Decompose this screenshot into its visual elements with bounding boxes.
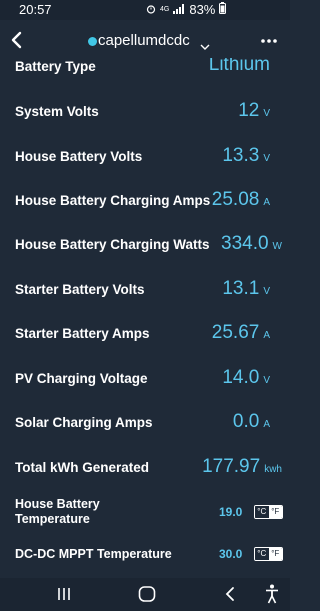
- row-value: 25.67 A: [211, 322, 270, 343]
- more-options-button[interactable]: [258, 30, 280, 52]
- fahrenheit-option[interactable]: °F: [268, 548, 282, 560]
- row-label: System Volts: [15, 104, 99, 119]
- list-item: Battery Type Lithium: [0, 58, 290, 96]
- list-item: Total kWh Generated 177.97 kwh: [0, 450, 290, 490]
- more-dots-icon: [261, 39, 277, 43]
- row-value: 0.0 A: [232, 411, 270, 432]
- list-item: Starter Battery Amps 25.67 A: [0, 316, 290, 356]
- recent-apps-button[interactable]: [57, 586, 71, 607]
- list-item: Starter Battery Volts 13.1 V: [0, 272, 290, 312]
- fahrenheit-option[interactable]: °F: [268, 506, 282, 518]
- chevron-down-icon[interactable]: [200, 38, 210, 56]
- system-nav-bar: [0, 578, 290, 611]
- back-nav-button[interactable]: [224, 586, 236, 607]
- row-value: 19.0: [219, 505, 243, 519]
- row-label: House Battery Volts: [15, 149, 143, 164]
- alarm-icon: [146, 2, 156, 17]
- status-time: 20:57: [19, 2, 52, 17]
- list-item: House Battery Temperature 19.0 °C °F: [0, 494, 290, 538]
- battery-percent: 83%: [189, 2, 216, 17]
- row-value: 177.97 kwh: [202, 456, 282, 477]
- row-label: Total kWh Generated: [15, 460, 150, 475]
- accessibility-icon: [266, 584, 278, 604]
- temperature-unit-toggle[interactable]: °C °F: [254, 505, 283, 519]
- row-value: 13.1 V: [222, 278, 270, 299]
- accessibility-button[interactable]: [265, 584, 279, 609]
- app-header: capellumdcdc: [0, 24, 290, 58]
- list-item: House Battery Charging Watts 334.0 W: [0, 227, 290, 267]
- readings-list[interactable]: Battery Type Lithium System Volts 12 V Ho…: [0, 58, 290, 578]
- row-label: House Battery Charging Amps: [15, 193, 211, 208]
- row-label: House Battery Temperature: [15, 497, 100, 526]
- row-label: House Battery Charging Watts: [15, 237, 210, 252]
- row-label: DC-DC MPPT Temperature: [15, 547, 172, 561]
- home-button[interactable]: [138, 586, 156, 607]
- connection-status-dot: [88, 37, 97, 46]
- status-indicators: 4G 83%: [146, 2, 227, 17]
- row-label: Battery Type: [15, 59, 96, 74]
- list-item: DC-DC MPPT Temperature 30.0 °C °F: [0, 540, 290, 578]
- row-value: 334.0 W: [221, 233, 282, 254]
- list-item: House Battery Charging Amps 25.08 A: [0, 183, 290, 223]
- celsius-option[interactable]: °C: [255, 506, 269, 518]
- list-item: House Battery Volts 13.3 V: [0, 139, 290, 179]
- recent-apps-icon: [58, 588, 70, 600]
- row-label: Starter Battery Amps: [15, 326, 150, 341]
- row-label: Starter Battery Volts: [15, 282, 145, 297]
- network-type: 4G: [160, 6, 170, 13]
- row-value: Lithium: [208, 58, 270, 75]
- list-item: Solar Charging Amps 0.0 A: [0, 405, 290, 445]
- status-bar: 20:57 4G 83%: [0, 0, 290, 20]
- list-item: System Volts 12 V: [0, 94, 290, 134]
- row-label: PV Charging Voltage: [15, 371, 148, 386]
- row-label: Solar Charging Amps: [15, 415, 153, 430]
- signal-icon: [173, 2, 185, 17]
- row-value: 13.3 V: [222, 145, 270, 166]
- temperature-unit-toggle[interactable]: °C °F: [254, 547, 283, 561]
- list-item: PV Charging Voltage 14.0 V: [0, 361, 290, 401]
- celsius-option[interactable]: °C: [255, 548, 269, 560]
- device-name[interactable]: capellumdcdc: [98, 32, 190, 49]
- row-value: 12 V: [238, 100, 270, 121]
- row-value: 30.0: [219, 547, 243, 561]
- back-arrow-icon: [11, 31, 22, 49]
- battery-icon: [219, 2, 227, 17]
- row-value: 14.0 V: [222, 367, 270, 388]
- back-button[interactable]: [6, 27, 30, 53]
- back-nav-icon: [225, 587, 234, 601]
- row-value: 25.08 A: [211, 189, 270, 210]
- home-icon: [138, 586, 156, 602]
